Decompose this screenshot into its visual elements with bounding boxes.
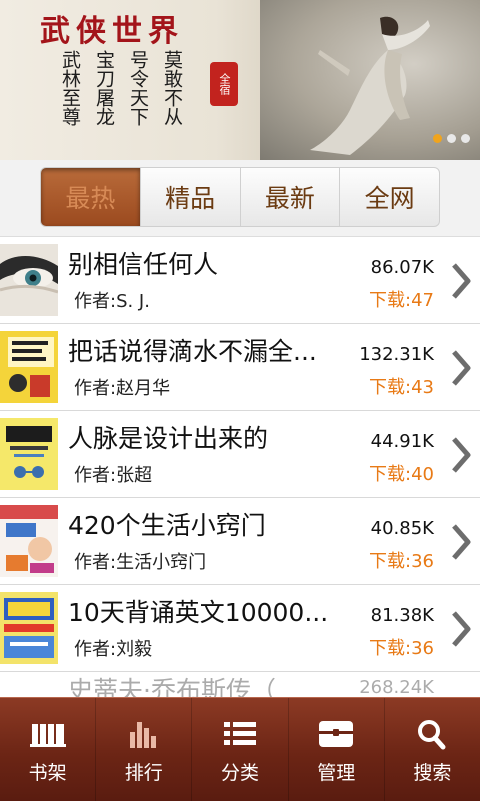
carousel-dot[interactable] xyxy=(433,134,442,143)
book-author: 作者:张超 xyxy=(74,465,153,486)
nav-ranking[interactable]: 排行 xyxy=(96,698,193,801)
chevron-right-icon xyxy=(452,350,471,386)
book-size: 86.07K xyxy=(370,257,434,278)
nav-label: 管理 xyxy=(317,762,356,784)
book-size: 40.85K xyxy=(370,518,434,539)
download-count: 下载:36 xyxy=(369,638,434,659)
swordswoman-figure xyxy=(310,16,430,155)
book-size: 44.91K xyxy=(370,431,434,452)
promo-banner[interactable]: 武侠世界 武林至尊 宝刀屠龙 号令天下 莫敢不从 全宿 xyxy=(0,0,480,160)
nav-label: 书架 xyxy=(28,762,67,784)
search-icon xyxy=(418,720,446,750)
nav-category[interactable]: 分类 xyxy=(192,698,289,801)
red-seal-stamp: 全宿 xyxy=(210,62,238,106)
list-item[interactable]: 人脉是设计出来的 作者:张超 44.91K 下载:40 xyxy=(0,411,480,498)
book-size: 268.24K xyxy=(359,677,434,697)
chevron-right-icon xyxy=(452,263,471,299)
book-title: 把话说得滴水不漏全... xyxy=(68,337,317,366)
english-book-cover-image xyxy=(0,592,58,664)
tab-hottest[interactable]: 最热 xyxy=(41,168,141,226)
poem-column: 宝刀屠龙 xyxy=(93,50,115,126)
banner-poem: 武林至尊 宝刀屠龙 号令天下 莫敢不从 xyxy=(59,50,184,126)
poem-column: 号令天下 xyxy=(127,50,149,126)
carousel-dot[interactable] xyxy=(447,134,456,143)
book-title: 420个生活小窍门 xyxy=(68,511,266,540)
nav-manage[interactable]: 管理 xyxy=(289,698,385,801)
book-author: 作者:生活小窍门 xyxy=(74,552,207,573)
tab-newest[interactable]: 最新 xyxy=(241,168,341,226)
nav-bookshelf[interactable]: 书架 xyxy=(0,698,97,801)
category-list-icon xyxy=(224,722,256,745)
ranking-icon xyxy=(129,722,156,748)
tab-bar-area: 最热 精品 最新 全网 xyxy=(0,160,480,237)
carousel-dot[interactable] xyxy=(461,134,470,143)
book-list: 别相信任何人 作者:S. J. 86.07K 下载:47 把话说得滴水不漏全..… xyxy=(0,237,480,672)
chevron-right-icon xyxy=(452,437,471,473)
network-book-cover-image xyxy=(0,418,58,490)
partial-list-item[interactable]: 史蒂夫·乔布斯传（ 268.24K xyxy=(0,667,480,697)
carousel-indicator[interactable] xyxy=(433,134,470,143)
manage-box-icon xyxy=(319,721,354,747)
book-author: 作者:赵月华 xyxy=(74,378,171,399)
chevron-right-icon xyxy=(452,524,471,560)
download-count: 下载:43 xyxy=(369,377,434,398)
download-count: 下载:36 xyxy=(369,551,434,572)
list-item[interactable]: 别相信任何人 作者:S. J. 86.07K 下载:47 xyxy=(0,237,480,324)
chevron-right-icon xyxy=(452,611,471,647)
nav-label: 搜索 xyxy=(413,762,452,784)
bottom-navigation: 书架 排行 分类 管理 搜索 xyxy=(0,697,480,801)
book-title: 10天背诵英文10000... xyxy=(68,598,329,627)
book-author: 作者:S. J. xyxy=(74,291,150,312)
book-title: 别相信任何人 xyxy=(68,250,219,279)
tips-book-cover-image xyxy=(0,505,58,577)
tab-all-web[interactable]: 全网 xyxy=(340,168,439,226)
book-size: 132.31K xyxy=(359,344,434,365)
bookshelf-icon xyxy=(29,724,66,747)
eye-cover-image xyxy=(0,244,58,316)
nav-label: 分类 xyxy=(221,762,260,784)
banner-title: 武侠世界 xyxy=(40,14,184,49)
list-item[interactable]: 把话说得滴水不漏全... 作者:赵月华 132.31K 下载:43 xyxy=(0,324,480,411)
poem-column: 莫敢不从 xyxy=(161,50,183,126)
nav-search[interactable]: 搜索 xyxy=(385,698,480,801)
list-item[interactable]: 10天背诵英文10000... 作者:刘毅 81.38K 下载:36 xyxy=(0,585,480,672)
yellow-book-cover-image xyxy=(0,331,58,403)
book-author: 作者:刘毅 xyxy=(74,639,153,660)
download-count: 下载:47 xyxy=(369,290,434,311)
poem-column: 武林至尊 xyxy=(59,50,81,126)
nav-label: 排行 xyxy=(124,762,163,784)
download-count: 下载:40 xyxy=(369,464,434,485)
tab-featured[interactable]: 精品 xyxy=(141,168,241,226)
list-item[interactable]: 420个生活小窍门 作者:生活小窍门 40.85K 下载:36 xyxy=(0,498,480,585)
category-tabs: 最热 精品 最新 全网 xyxy=(40,167,440,227)
book-size: 81.38K xyxy=(370,605,434,626)
book-title: 人脉是设计出来的 xyxy=(68,424,269,453)
book-title: 史蒂夫·乔布斯传（ xyxy=(68,676,276,697)
